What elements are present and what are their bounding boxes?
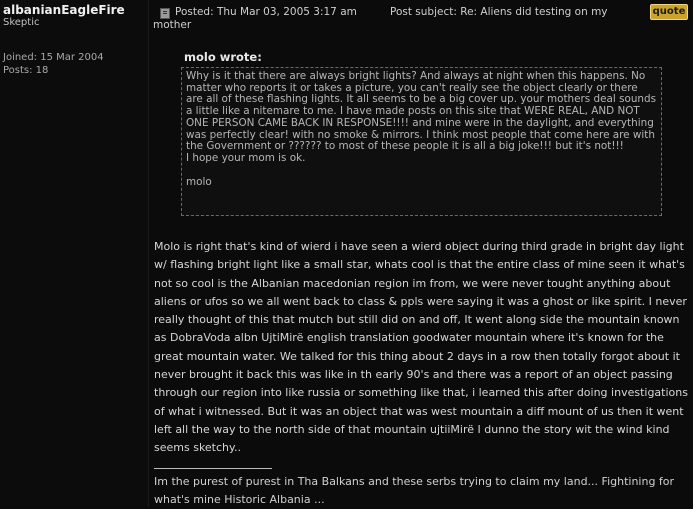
post-body: Molo is right that's kind of wierd i hav…: [154, 240, 688, 455]
author-post-count: Posts: 18: [3, 65, 49, 76]
post-date: Posted: Thu Mar 03, 2005 3:17 am: [175, 6, 357, 18]
post-document-icon: [160, 8, 170, 19]
post-signature: Im the purest of purest in Tha Balkans a…: [154, 475, 675, 506]
quote-author: molo wrote:: [184, 50, 262, 64]
quote-signature: molo: [186, 175, 212, 188]
quote-text: Why is it that there are always bright l…: [186, 70, 657, 164]
author-panel: albanianEagleFire Skeptic Joined: 15 Mar…: [0, 0, 149, 507]
author-username[interactable]: albanianEagleFire: [3, 3, 125, 17]
post-subject: Post subject: Re: Aliens did testing on …: [390, 6, 608, 18]
signature-divider: [154, 468, 272, 469]
quote-button[interactable]: quote: [650, 4, 688, 20]
post-header: Posted: Thu Mar 03, 2005 3:17 am Post su…: [153, 6, 691, 34]
quote-block: Why is it that there are always bright l…: [181, 67, 662, 216]
author-rank: Skeptic: [3, 17, 40, 28]
post-subject-continued: mother: [153, 19, 192, 31]
author-joined-date: Joined: 15 Mar 2004: [3, 52, 104, 63]
